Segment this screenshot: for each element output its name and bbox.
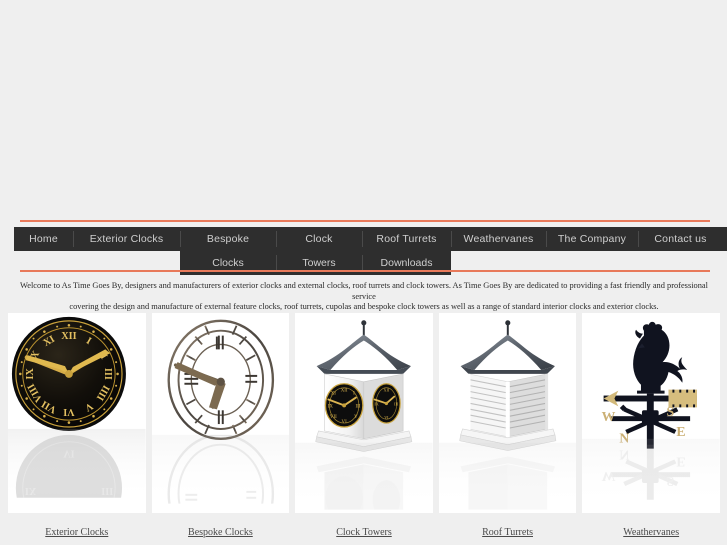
caption-roof-turrets: Roof Turrets (439, 527, 577, 538)
svg-text:IX: IX (375, 401, 379, 406)
nav-subitem-label: Towers (302, 257, 336, 269)
svg-text:S: S (667, 404, 675, 419)
nav-item-label: Roof Turrets (376, 233, 437, 245)
product-tile-weathervanes[interactable]: W S E N W S E N (582, 313, 720, 513)
caption-bespoke-clocks: Bespoke Clocks (152, 527, 290, 538)
svg-text:XII: XII (384, 388, 390, 393)
nav-subitem-label: Clocks (212, 257, 244, 269)
nav-item-contact-us[interactable]: Contact us (638, 227, 723, 251)
page-root: Home Exterior Clocks Bespoke Clock Roof … (0, 0, 727, 545)
caption-clock-towers: Clock Towers (295, 527, 433, 538)
svg-text:XII: XII (61, 331, 76, 342)
nav-item-clock-towers[interactable]: Clock (276, 227, 362, 251)
nav-item-label: Weathervanes (463, 233, 534, 245)
svg-text:III: III (102, 368, 113, 380)
white-clock-tower-cupola-icon: XII III VI IX IV VII XI XII III VI IX (295, 313, 433, 513)
divider-rule-top (20, 220, 710, 222)
nav-subitem-label: Downloads (380, 257, 433, 269)
intro-paragraph: Welcome to As Time Goes By, designers an… (14, 281, 714, 313)
nav-item-label: Exterior Clocks (89, 233, 164, 245)
svg-text:E: E (677, 424, 686, 439)
black-roman-clock-face-icon: XII I II III IIII V VI VII VIII IX X XI (8, 313, 146, 513)
svg-text:VI: VI (63, 406, 74, 417)
product-tile-exterior-clocks[interactable]: XII I II III IIII V VI VII VIII IX X XI (8, 313, 146, 513)
nav-item-home[interactable]: Home (14, 227, 73, 251)
svg-text:III: III (394, 401, 399, 406)
caption-link-bespoke-clocks[interactable]: Bespoke Clocks (188, 527, 253, 538)
svg-text:IX: IX (25, 368, 36, 380)
product-tile-roof-turrets[interactable] (438, 313, 577, 513)
skeleton-openwork-clock-icon (151, 313, 290, 513)
svg-text:VI: VI (384, 415, 389, 420)
caption-link-clock-towers[interactable]: Clock Towers (336, 527, 392, 538)
svg-text:VII: VII (330, 415, 337, 420)
caption-exterior-clocks: Exterior Clocks (8, 527, 146, 538)
nav-item-bespoke-clocks[interactable]: Bespoke (180, 227, 276, 251)
caption-link-roof-turrets[interactable]: Roof Turrets (482, 527, 533, 538)
cockerel-weathervane-icon: W S E N W S E N (582, 313, 720, 513)
svg-text:IX: IX (328, 404, 334, 409)
product-tile-row: XII I II III IIII V VI VII VIII IX X XI (8, 313, 720, 513)
caption-link-weathervanes[interactable]: Weathervanes (623, 527, 679, 538)
main-navigation: Home Exterior Clocks Bespoke Clock Roof … (14, 227, 727, 275)
nav-item-weathervanes[interactable]: Weathervanes (451, 227, 546, 251)
nav-primary-row: Home Exterior Clocks Bespoke Clock Roof … (14, 227, 723, 251)
nav-item-exterior-clocks[interactable]: Exterior Clocks (73, 227, 180, 251)
nav-item-label: Clock (305, 233, 333, 245)
nav-item-roof-turrets[interactable]: Roof Turrets (362, 227, 451, 251)
intro-line-1: Welcome to As Time Goes By, designers an… (20, 281, 708, 301)
nav-item-label: Contact us (654, 233, 707, 245)
svg-text:VI: VI (342, 420, 348, 425)
svg-text:XI: XI (331, 392, 337, 397)
svg-text:V: V (354, 415, 358, 420)
svg-text:III: III (356, 404, 361, 409)
nav-item-label: Bespoke (206, 233, 250, 245)
nav-item-label: Home (29, 233, 58, 245)
svg-text:XII: XII (341, 389, 348, 394)
nav-item-label: The Company (557, 233, 627, 245)
intro-line-2: covering the design and manufacture of e… (69, 302, 659, 311)
header-banner (0, 0, 727, 216)
product-tile-bespoke-clocks[interactable] (151, 313, 290, 513)
nav-item-the-company[interactable]: The Company (546, 227, 638, 251)
product-tile-clock-towers[interactable]: XII III VI IX IV VII XI XII III VI IX (295, 313, 433, 513)
louvered-roof-turret-icon (438, 313, 577, 513)
svg-text:W: W (602, 409, 616, 424)
caption-link-exterior-clocks[interactable]: Exterior Clocks (45, 527, 108, 538)
product-caption-row: Exterior Clocks Bespoke Clocks Clock Tow… (8, 527, 720, 538)
caption-weathervanes: Weathervanes (582, 527, 720, 538)
divider-rule-bottom (20, 270, 710, 272)
